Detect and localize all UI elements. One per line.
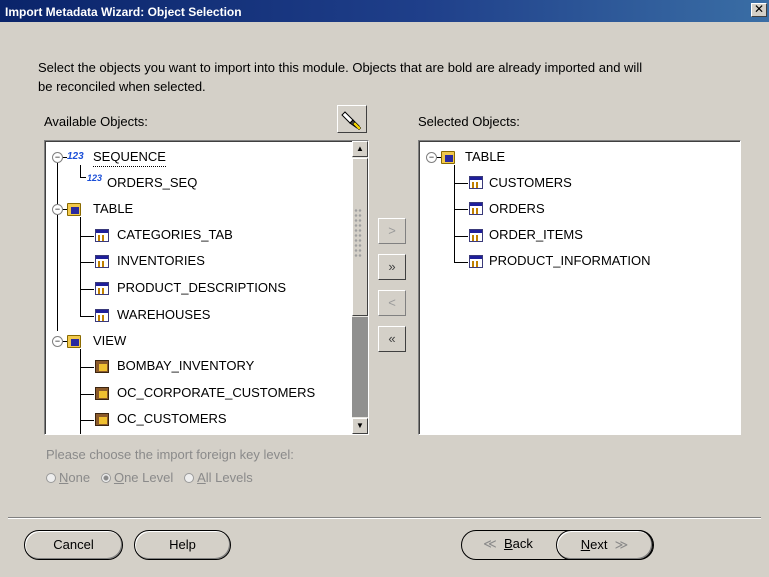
foreign-key-options: None One Level All Levels <box>46 470 253 485</box>
collapse-icon[interactable]: − <box>52 152 63 163</box>
table-icon <box>95 309 109 322</box>
next-button[interactable]: Next ≫ <box>556 530 653 560</box>
foreign-key-prompt: Please choose the import foreign key lev… <box>46 447 294 462</box>
view-icon <box>95 413 109 426</box>
radio-icon <box>46 473 56 483</box>
table-icon <box>469 176 483 189</box>
chevron-left-icon: < <box>388 295 396 310</box>
close-icon: ✕ <box>753 2 765 16</box>
sequence-folder-icon: 123 <box>67 151 84 162</box>
radio-icon <box>184 473 195 483</box>
table-icon <box>469 255 483 268</box>
instructions-line-1: Select the objects you want to import in… <box>38 60 643 75</box>
table-folder-icon <box>441 151 455 164</box>
available-scrollbar[interactable]: ▲ ▼ <box>352 141 368 434</box>
scroll-down-button[interactable]: ▼ <box>352 418 368 434</box>
add-all-button[interactable]: » <box>378 254 406 280</box>
radio-one-level[interactable]: One Level <box>100 470 173 485</box>
table-icon <box>95 229 109 242</box>
chevron-right-icon: ≫ <box>614 537 629 552</box>
view-folder-icon <box>67 335 81 348</box>
instructions-line-2: be reconciled when selected. <box>38 79 206 94</box>
selected-objects-tree[interactable]: − TABLE CUSTOMERS ORDERS ORDER_ITEMS PRO… <box>418 140 741 435</box>
double-chevron-left-icon: « <box>388 331 396 346</box>
divider <box>8 517 761 519</box>
add-selected-button[interactable]: > <box>378 218 406 244</box>
radio-all-levels[interactable]: All Levels <box>184 470 253 485</box>
radio-none[interactable]: None <box>46 470 90 485</box>
remove-all-button[interactable]: « <box>378 326 406 352</box>
chevron-left-icon: ≪ <box>483 536 497 551</box>
flashlight-icon <box>341 111 362 131</box>
selected-objects-label: Selected Objects: <box>418 114 520 129</box>
available-objects-tree[interactable]: − 123 SEQUENCE 123 ORDERS_SEQ − TABLE CA… <box>44 140 369 435</box>
view-icon <box>95 387 109 400</box>
instructions: Select the objects you want to import in… <box>38 58 738 96</box>
chevron-right-icon: > <box>388 223 396 238</box>
window-title: Import Metadata Wizard: Object Selection <box>5 5 242 19</box>
table-icon <box>95 282 109 295</box>
close-button[interactable]: ✕ <box>751 3 767 17</box>
splitter-handle[interactable] <box>354 208 362 258</box>
help-button[interactable]: Help <box>134 530 231 560</box>
table-icon <box>469 229 483 242</box>
arrow-down-icon: ▼ <box>356 421 364 430</box>
table-icon <box>95 255 109 268</box>
title-bar: Import Metadata Wizard: Object Selection… <box>0 0 769 22</box>
view-icon <box>95 360 109 373</box>
collapse-icon[interactable]: − <box>426 152 437 163</box>
back-button[interactable]: ≪ Back <box>462 531 554 559</box>
table-folder-icon <box>67 203 81 216</box>
cancel-button[interactable]: Cancel <box>24 530 123 560</box>
collapse-icon[interactable]: − <box>52 336 63 347</box>
scroll-track[interactable] <box>352 317 368 417</box>
radio-selected-icon <box>100 473 111 483</box>
available-objects-label: Available Objects: <box>44 114 148 129</box>
collapse-icon[interactable]: − <box>52 204 63 215</box>
scroll-up-button[interactable]: ▲ <box>352 141 368 157</box>
remove-selected-button[interactable]: < <box>378 290 406 316</box>
double-chevron-right-icon: » <box>388 259 396 274</box>
table-icon <box>469 202 483 215</box>
sequence-icon: 123 <box>87 173 103 183</box>
arrow-up-icon: ▲ <box>356 144 364 153</box>
find-button[interactable] <box>337 105 367 133</box>
